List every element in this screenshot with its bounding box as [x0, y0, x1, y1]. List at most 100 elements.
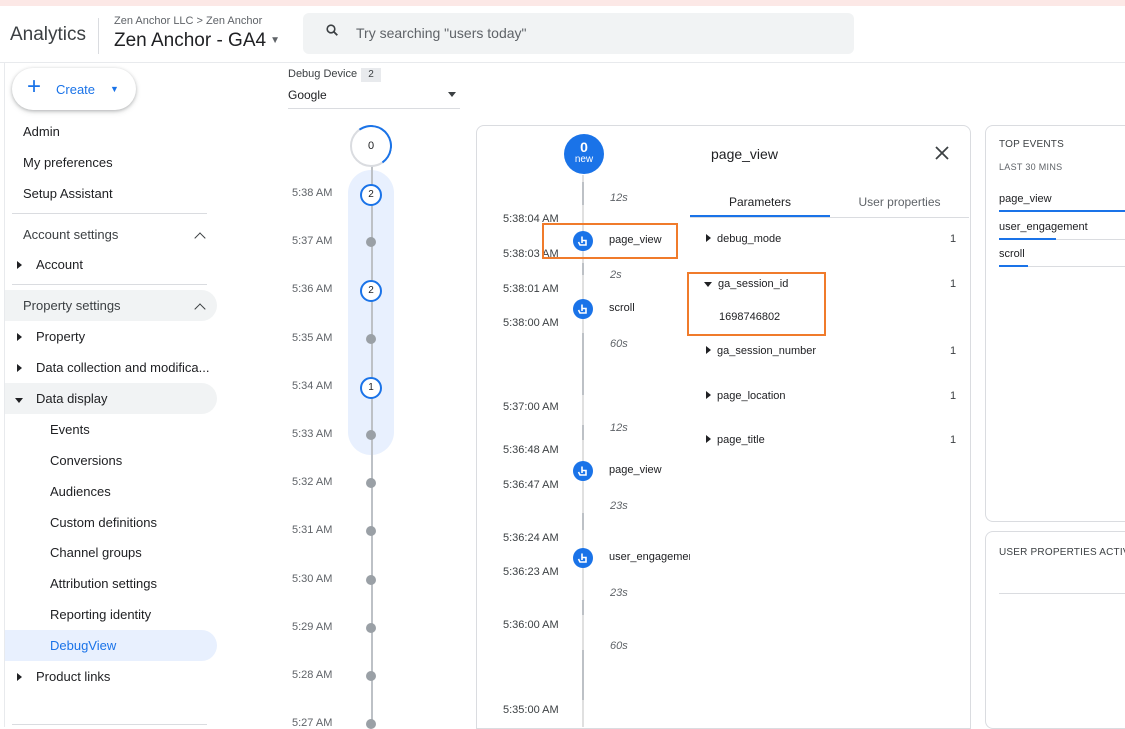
minute-empty-dot[interactable] — [366, 333, 376, 344]
expand-arrow-icon — [706, 346, 711, 354]
timeline-segment — [582, 600, 584, 615]
minute-time: 5:28 AM — [292, 669, 333, 681]
hand-pointer-icon — [577, 466, 587, 476]
minute-empty-dot[interactable] — [366, 719, 376, 729]
timeline-segment — [582, 425, 584, 440]
app-logo-text[interactable]: Analytics — [10, 24, 86, 46]
select-underline — [288, 108, 460, 109]
param-row-debug-mode[interactable]: debug_mode — [706, 233, 781, 245]
top-event-item[interactable]: page_view — [999, 193, 1052, 205]
collapse-arrow-icon — [15, 398, 23, 403]
param-count: 1 — [950, 434, 957, 446]
header-divider — [98, 18, 99, 54]
minute-event-count[interactable]: 2 — [360, 184, 382, 206]
event-time: 5:38:00 AM — [503, 317, 559, 329]
sidebar-item-debugview[interactable]: DebugView — [50, 631, 116, 661]
sidebar-item-admin[interactable]: Admin — [23, 117, 60, 147]
search-input[interactable] — [356, 20, 836, 46]
minute-empty-dot[interactable] — [366, 430, 376, 440]
event-touch-icon[interactable] — [573, 461, 593, 481]
minute-time: 5:33 AM — [292, 428, 333, 440]
minute-empty-dot[interactable] — [366, 671, 376, 681]
hand-pointer-icon — [577, 553, 587, 563]
sidebar-item-setup-assistant[interactable]: Setup Assistant — [23, 179, 113, 209]
sidebar-item-custom-definitions[interactable]: Custom definitions — [50, 508, 157, 538]
event-time: 5:36:00 AM — [503, 619, 559, 631]
minute-empty-dot[interactable] — [366, 526, 376, 537]
param-row-page-title[interactable]: page_title — [706, 434, 765, 446]
timeline-segment — [582, 263, 584, 275]
breadcrumb[interactable]: Zen Anchor LLC > Zen Anchor — [114, 15, 262, 27]
sidebar-divider — [12, 284, 207, 285]
minute-empty-dot[interactable] — [366, 574, 376, 585]
sidebar-item-product-links[interactable]: Product links — [17, 662, 110, 692]
create-button[interactable]: + Create ▼ — [12, 68, 136, 110]
sidebar-item-label: Data collection and modifica... — [36, 360, 210, 375]
new-count: 0 — [580, 139, 588, 155]
minute-time: 5:37 AM — [292, 235, 333, 248]
timeline-segment — [582, 650, 584, 700]
sidebar-item-property[interactable]: Property — [17, 322, 85, 352]
timeline-segment — [582, 333, 584, 395]
dropdown-arrow-icon[interactable] — [448, 92, 456, 97]
sidebar-item-attribution-settings[interactable]: Attribution settings — [50, 569, 157, 599]
top-events-title: TOP EVENTS — [999, 139, 1064, 150]
annotation-highlight-box — [542, 223, 678, 259]
param-row-ga-session-number[interactable]: ga_session_number — [706, 345, 816, 357]
caret-down-icon: ▼ — [110, 84, 119, 94]
event-time: 5:37:00 AM — [503, 401, 559, 413]
debug-device-select[interactable]: Google — [288, 88, 327, 102]
expand-arrow-icon — [17, 333, 22, 341]
event-page-view[interactable]: page_view — [609, 464, 684, 476]
top-event-bar — [999, 210, 1125, 212]
minute-empty-dot[interactable] — [366, 622, 376, 633]
top-event-item[interactable]: user_engagement — [999, 221, 1088, 233]
caret-down-icon: ▼ — [270, 35, 280, 47]
event-user-engagement[interactable]: user_engagement — [609, 551, 690, 563]
top-event-bar — [999, 265, 1028, 267]
param-name: debug_mode — [717, 233, 782, 245]
minute-event-count[interactable]: 1 — [360, 376, 382, 399]
minute-timeline-track — [371, 165, 373, 727]
close-icon[interactable] — [934, 145, 950, 161]
sidebar-item-audiences[interactable]: Audiences — [50, 477, 111, 507]
time-gap: 60s — [610, 338, 628, 350]
header-separator — [0, 62, 1125, 63]
param-count: 1 — [950, 233, 957, 245]
event-time: 5:36:24 AM — [503, 532, 559, 544]
plus-icon: + — [27, 73, 42, 100]
param-count: 1 — [950, 278, 957, 290]
expand-arrow-icon — [17, 673, 22, 681]
debug-device-label: Debug Device — [288, 68, 358, 80]
sidebar-item-label: Account — [36, 257, 83, 272]
event-time: 5:35:00 AM — [503, 704, 559, 716]
sidebar-item-my-preferences[interactable]: My preferences — [23, 148, 113, 178]
time-gap: 23s — [610, 500, 628, 512]
minute-time: 5:32 AM — [292, 476, 333, 489]
sidebar-item-reporting-identity[interactable]: Reporting identity — [50, 600, 151, 630]
param-row-page-location[interactable]: page_location — [706, 390, 786, 402]
sidebar-item-events[interactable]: Events — [50, 415, 90, 445]
chevron-up-icon[interactable] — [194, 232, 206, 244]
minute-empty-dot[interactable] — [366, 478, 376, 489]
sidebar-item-conversions[interactable]: Conversions — [50, 446, 122, 476]
new-events-indicator[interactable]: 0 new — [564, 134, 604, 174]
property-selector[interactable]: Zen Anchor - GA4 ▼ — [114, 30, 280, 52]
param-name: page_location — [717, 390, 786, 402]
top-event-item[interactable]: scroll — [999, 248, 1025, 260]
tab-parameters[interactable]: Parameters — [690, 195, 830, 209]
sidebar-section-property-settings[interactable]: Property settings — [23, 291, 121, 321]
sidebar-item-data-collection[interactable]: Data collection and modifica... — [17, 353, 209, 383]
event-touch-icon[interactable] — [573, 299, 593, 319]
hand-pointer-icon — [577, 304, 587, 314]
expand-arrow-icon — [706, 234, 711, 242]
sidebar-item-account[interactable]: Account — [17, 250, 83, 280]
sidebar-section-account-settings[interactable]: Account settings — [23, 220, 118, 250]
event-scroll[interactable]: scroll — [609, 302, 684, 314]
sidebar-item-data-display[interactable]: Data display — [15, 384, 108, 414]
sidebar-item-channel-groups[interactable]: Channel groups — [50, 538, 142, 568]
minute-time: 5:27 AM — [292, 717, 333, 729]
tab-user-properties[interactable]: User properties — [830, 195, 969, 209]
event-touch-icon[interactable] — [573, 548, 593, 568]
sidebar-item-label: Property — [36, 329, 86, 344]
